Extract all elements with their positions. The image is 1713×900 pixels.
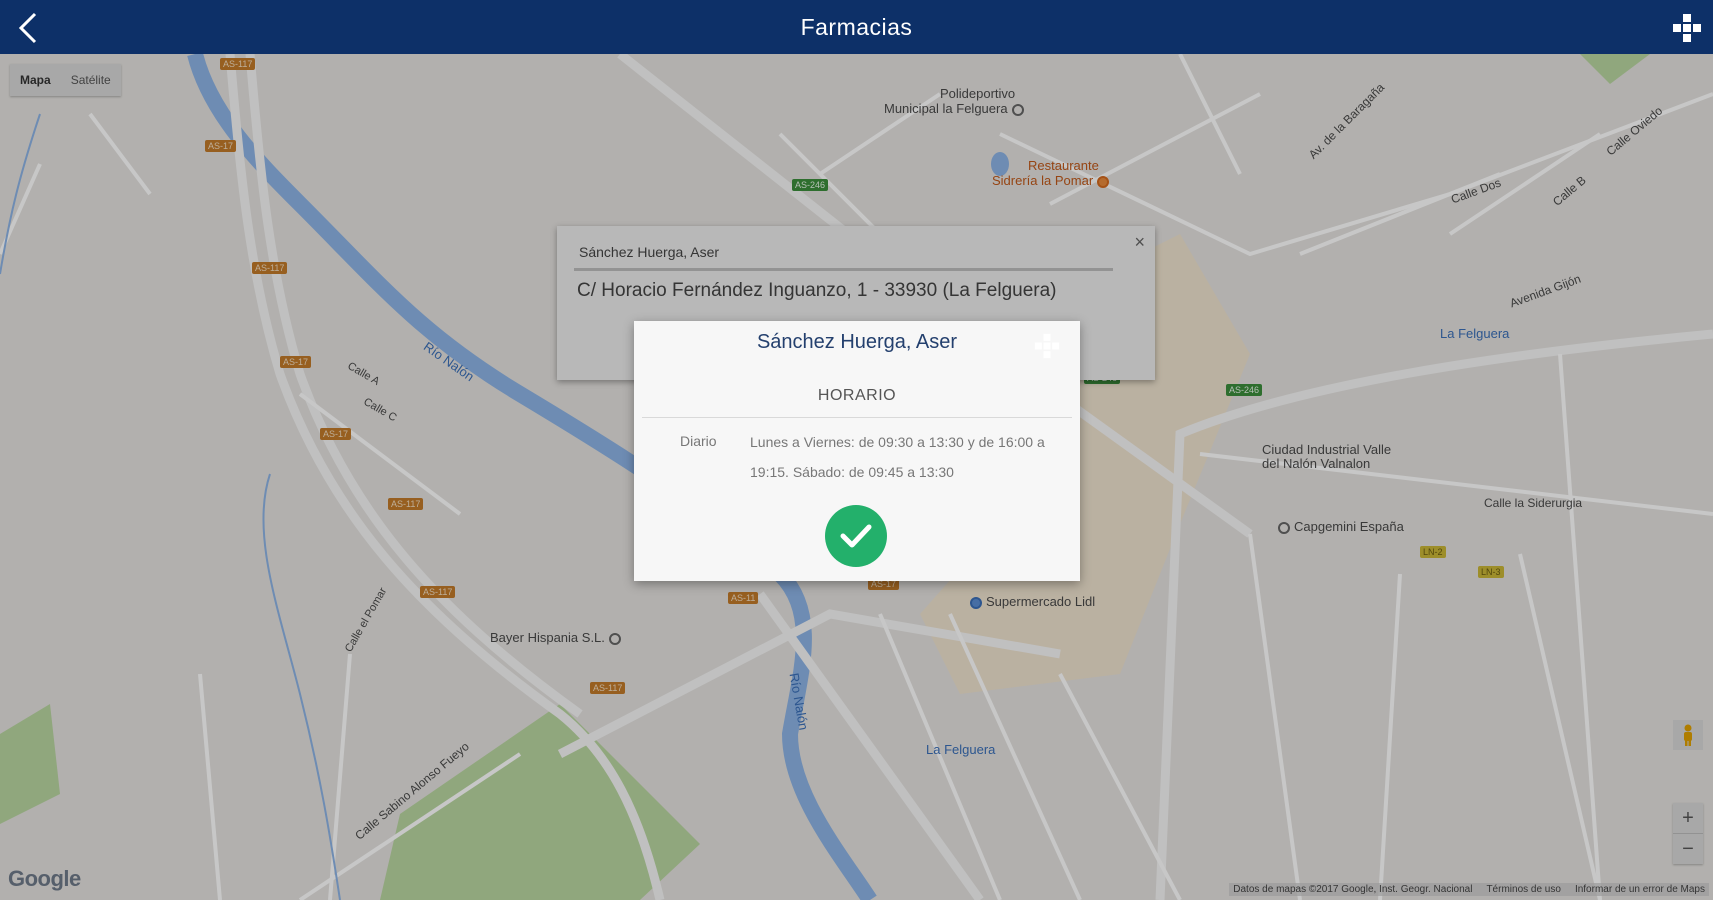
page-title: Farmacias	[800, 14, 913, 40]
menu-button[interactable]	[1667, 8, 1707, 48]
cross-grid-icon	[1673, 14, 1701, 42]
app-header: Farmacias	[0, 0, 1713, 54]
schedule-dialog: Sánchez Huerga, Aser HORARIO Diario Lune…	[634, 321, 1080, 581]
section-divider	[642, 417, 1072, 418]
check-icon	[840, 524, 872, 548]
confirm-button[interactable]	[825, 505, 887, 567]
schedule-hours: Lunes a Viernes: de 09:30 a 13:30 y de 1…	[750, 434, 1045, 480]
dialog-title: Sánchez Huerga, Aser	[756, 331, 958, 353]
schedule-day: Diario	[680, 433, 717, 449]
cross-grid-icon	[1034, 333, 1060, 359]
section-heading: HORARIO	[817, 387, 897, 404]
